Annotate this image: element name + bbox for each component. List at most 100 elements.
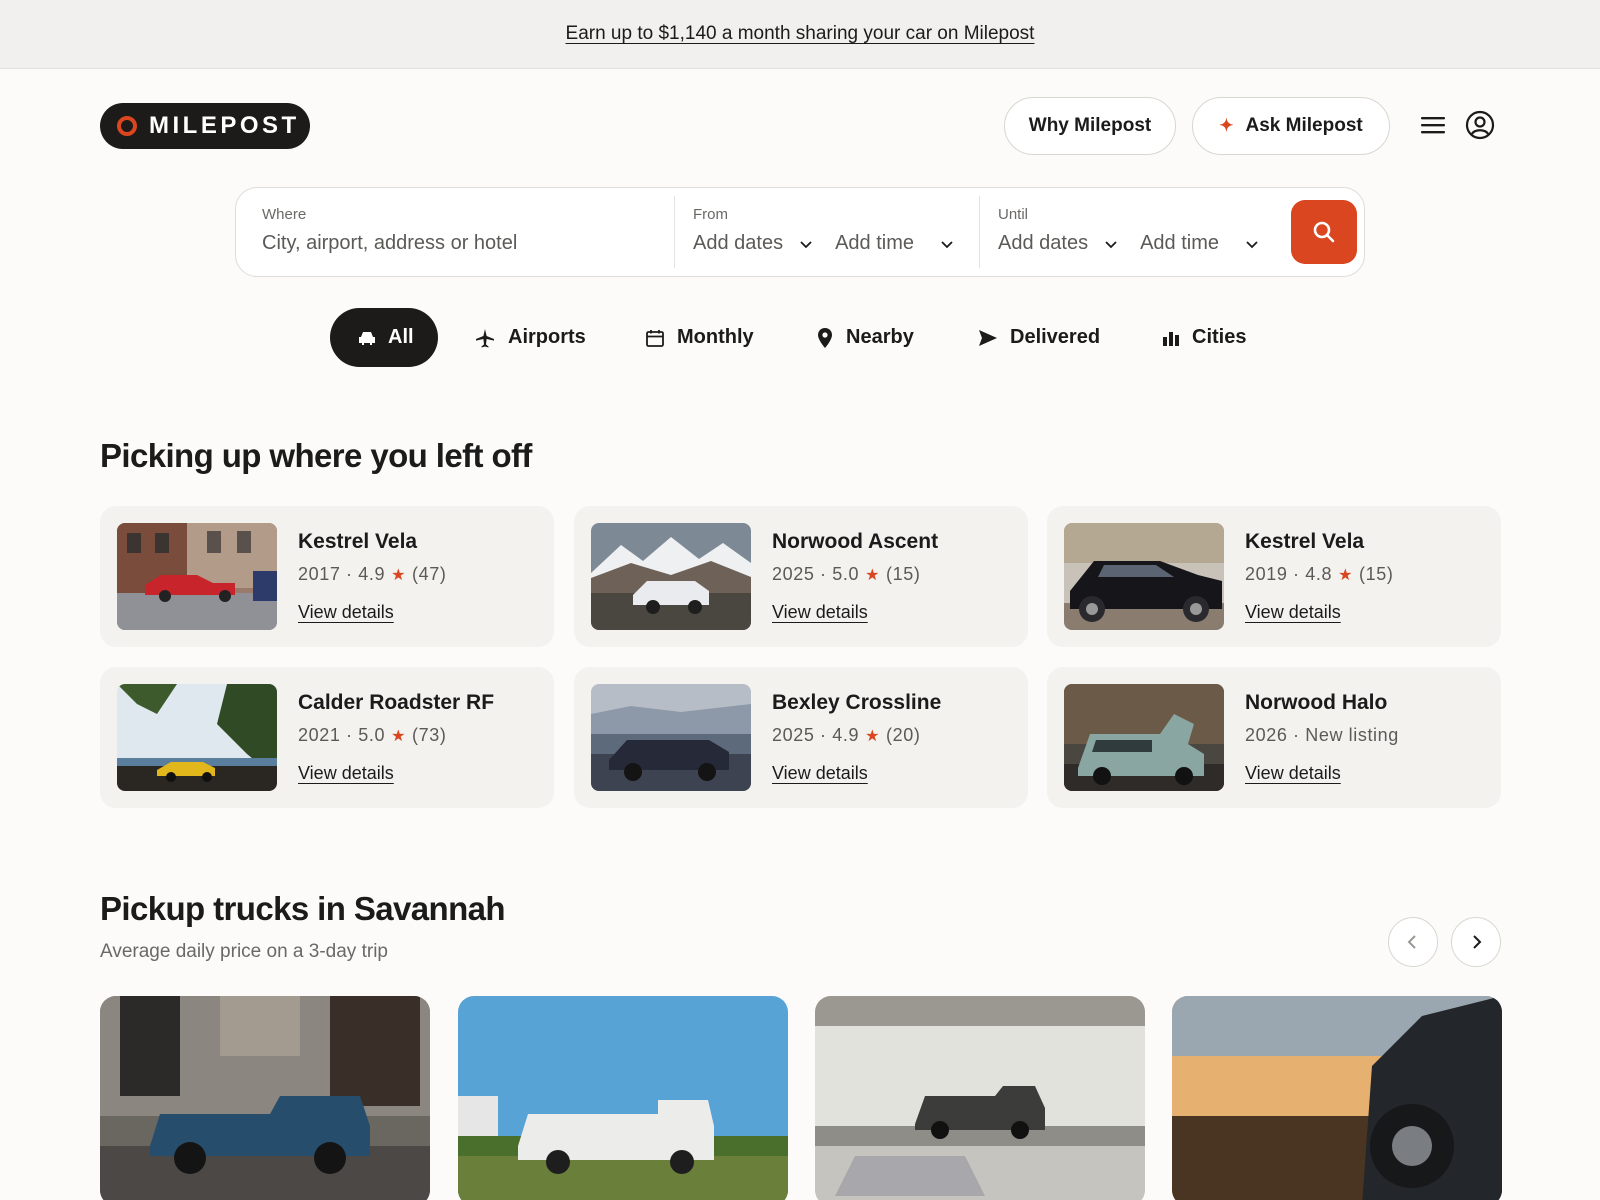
- view-details-link[interactable]: View details: [1245, 763, 1341, 784]
- view-details-link[interactable]: View details: [772, 602, 868, 623]
- car-photo: [117, 684, 277, 791]
- recent-car-card[interactable]: Norwood Halo 2026 · New listing View det…: [1047, 667, 1501, 808]
- section-title-recent: Picking up where you left off: [100, 437, 532, 474]
- why-milepost-label: Why Milepost: [1028, 115, 1152, 136]
- search-icon: [1313, 221, 1335, 243]
- search-divider: [979, 196, 980, 268]
- car-meta: 2017 · 4.9 ★ (47): [298, 564, 447, 584]
- car-photo: [1064, 684, 1224, 791]
- location-pin-icon: [818, 327, 832, 348]
- recent-car-card[interactable]: Kestrel Vela 2017 · 4.9 ★ (47) View detail…: [100, 506, 554, 647]
- sparkle-icon: ✦: [1219, 116, 1234, 135]
- truck-listing-card[interactable]: [100, 996, 430, 1200]
- car-rating: 5.0: [358, 725, 386, 745]
- recent-car-card[interactable]: Norwood Ascent 2025 · 5.0 ★ (15) View deta…: [574, 506, 1028, 647]
- car-year: 2025: [772, 725, 815, 745]
- search-bar: Where City, airport, address or hotel Fr…: [235, 187, 1365, 277]
- view-details-link[interactable]: View details: [772, 763, 868, 784]
- star-icon: ★: [391, 567, 407, 584]
- car-meta: 2025 · 4.9 ★ (20): [772, 725, 921, 745]
- until-date-select[interactable]: Add dates: [998, 232, 1088, 255]
- car-review-count: (47): [412, 564, 447, 584]
- until-label: Until: [998, 206, 1029, 223]
- category-tab-monthly[interactable]: Monthly: [645, 308, 754, 367]
- star-icon: ★: [391, 728, 407, 745]
- truck-photo: [100, 996, 430, 1200]
- where-input[interactable]: City, airport, address or hotel: [262, 232, 517, 255]
- view-details-link[interactable]: View details: [298, 602, 394, 623]
- until-time-select[interactable]: Add time: [1140, 232, 1219, 255]
- category-tab-all[interactable]: All: [330, 308, 438, 367]
- calendar-icon: [646, 329, 664, 347]
- category-label: All: [388, 326, 414, 348]
- car-name: Calder Roadster RF: [298, 691, 495, 714]
- where-label: Where: [262, 206, 307, 223]
- car-rating: 4.9: [832, 725, 860, 745]
- where-field[interactable]: Where City, airport, address or hotel: [262, 206, 517, 255]
- truck-listing-card[interactable]: [815, 996, 1145, 1200]
- category-tab-cities[interactable]: Cities: [1162, 308, 1246, 367]
- until-field: Until Add dates Add time: [998, 206, 1259, 255]
- chevron-down-icon: [941, 240, 953, 248]
- car-review-count: (20): [886, 725, 921, 745]
- truck-listing-card[interactable]: [458, 996, 788, 1200]
- send-arrow-icon: [979, 329, 997, 346]
- milepost-logo[interactable]: MILEPOST: [100, 103, 310, 149]
- car-name: Kestrel Vela: [1245, 530, 1365, 553]
- car-review-count: (73): [412, 725, 447, 745]
- recent-car-card[interactable]: Calder Roadster RF 2021 · 5.0 ★ (73) View …: [100, 667, 554, 808]
- view-details-link[interactable]: View details: [298, 763, 394, 784]
- search-divider: [674, 196, 675, 268]
- category-tab-airports[interactable]: Airports: [474, 308, 586, 367]
- car-name: Norwood Halo: [1245, 691, 1388, 714]
- user-account-icon[interactable]: [1465, 110, 1495, 140]
- ask-milepost-label: Ask Milepost: [1245, 115, 1363, 136]
- city-icon: [1163, 331, 1179, 346]
- category-label: Delivered: [1010, 326, 1101, 348]
- star-icon: ★: [865, 728, 881, 745]
- ask-milepost-button[interactable]: ✦ Ask Milepost: [1192, 97, 1390, 155]
- logo-ring-icon: [117, 116, 137, 136]
- search-button[interactable]: [1291, 200, 1357, 264]
- category-tab-delivered[interactable]: Delivered: [978, 308, 1100, 367]
- truck-listing-card[interactable]: [1172, 996, 1502, 1200]
- promo-link[interactable]: Earn up to $1,140 a month sharing your c…: [566, 23, 1035, 45]
- truck-photo: [458, 996, 788, 1200]
- car-year: 2025: [772, 564, 815, 584]
- star-icon: ★: [865, 567, 881, 584]
- promo-banner: Earn up to $1,140 a month sharing your c…: [0, 0, 1600, 69]
- category-label: Monthly: [677, 326, 754, 348]
- section-subtitle-trucks: Average daily price on a 3-day trip: [100, 941, 388, 962]
- chevron-down-icon: [800, 240, 812, 248]
- recent-car-card[interactable]: Bexley Crossline 2025 · 4.9 ★ (20) View de…: [574, 667, 1028, 808]
- section-title-trucks: Pickup trucks in Savannah: [100, 890, 506, 927]
- carousel-prev-button[interactable]: [1388, 917, 1438, 967]
- carousel-next-button[interactable]: [1451, 917, 1501, 967]
- car-year: 2021: [298, 725, 341, 745]
- truck-photo: [1172, 996, 1502, 1200]
- recent-car-card[interactable]: Kestrel Vela 2019 · 4.8 ★ (15) View detail…: [1047, 506, 1501, 647]
- car-rating: 4.9: [358, 564, 386, 584]
- car-photo: [1064, 523, 1224, 630]
- from-date-select[interactable]: Add dates: [693, 232, 783, 255]
- category-tab-nearby[interactable]: Nearby: [816, 308, 914, 367]
- from-label: From: [693, 206, 728, 223]
- car-meta: 2026 · New listing: [1245, 725, 1399, 745]
- car-year: 2026: [1245, 725, 1288, 745]
- new-listing-badge: New listing: [1305, 725, 1399, 745]
- why-milepost-button[interactable]: Why Milepost: [1004, 97, 1176, 155]
- car-icon: [359, 331, 375, 345]
- logo-text: MILEPOST: [149, 112, 300, 139]
- car-review-count: (15): [886, 564, 921, 584]
- car-name: Kestrel Vela: [298, 530, 418, 553]
- category-label: Airports: [508, 326, 586, 348]
- car-name: Norwood Ascent: [772, 530, 939, 553]
- car-meta: 2025 · 5.0 ★ (15): [772, 564, 921, 584]
- truck-photo: [815, 996, 1145, 1200]
- view-details-link[interactable]: View details: [1245, 602, 1341, 623]
- from-time-select[interactable]: Add time: [835, 232, 914, 255]
- chevron-down-icon: [1246, 240, 1258, 248]
- car-rating: 4.8: [1305, 564, 1333, 584]
- chevron-left-icon: [1407, 935, 1416, 949]
- hamburger-menu-icon[interactable]: [1420, 113, 1446, 137]
